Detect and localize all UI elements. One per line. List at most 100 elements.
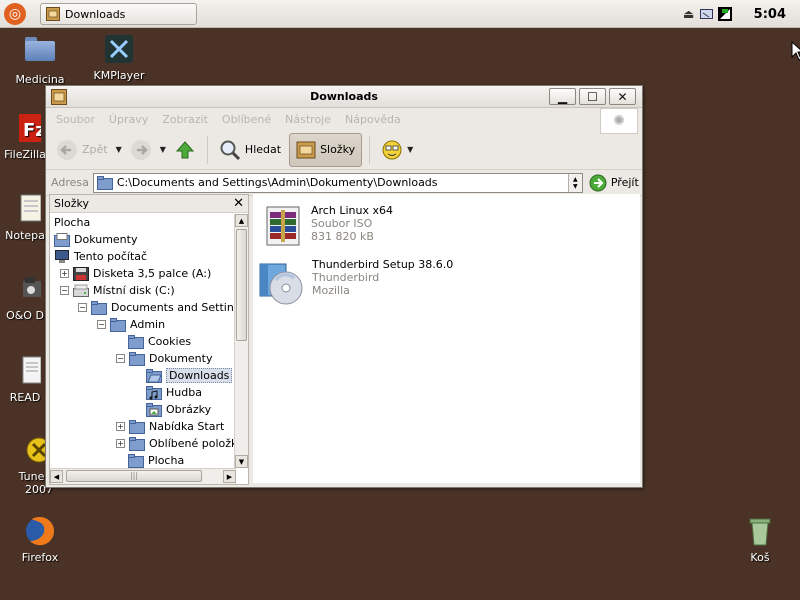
tree-item[interactable]: + Disketa 3,5 palce (A:) (60, 265, 211, 282)
forward-dropdown-icon[interactable]: ▼ (160, 145, 166, 154)
taskbar-downloads-button[interactable]: Downloads (40, 3, 197, 25)
firefox-icon (24, 515, 56, 547)
folder-icon (129, 419, 145, 434)
folder-icon (128, 453, 144, 468)
tree-item[interactable]: Plocha (54, 214, 90, 231)
menubar: Soubor Úpravy Zobrazit Oblíbené Nástroje… (46, 108, 642, 134)
scroll-thumb[interactable] (236, 229, 247, 341)
tree-item[interactable]: Obrázky (146, 401, 211, 418)
tree-item[interactable]: Dokumenty (54, 231, 137, 248)
kmplayer-icon (103, 33, 135, 65)
tree-item-label: Tento počítač (74, 250, 148, 263)
tree-item[interactable]: Downloads (146, 367, 233, 384)
minimize-button[interactable]: ▁ (549, 88, 576, 105)
desktop-icon-firefox[interactable]: Firefox (5, 515, 75, 564)
throbber-icon: ✺ (600, 108, 638, 134)
mouse-cursor-icon (791, 41, 800, 61)
collapse-icon[interactable]: − (116, 354, 125, 363)
collapse-icon[interactable]: − (78, 303, 87, 312)
close-button[interactable]: ✕ (609, 88, 636, 105)
menu-upravy[interactable]: Úpravy (109, 113, 148, 126)
scroll-down-icon[interactable]: ▼ (235, 455, 248, 468)
folder-icon (128, 334, 144, 349)
back-arrow-icon (57, 139, 77, 160)
go-label: Přejít (610, 176, 639, 189)
menu-napoveda[interactable]: Nápověda (345, 113, 401, 126)
menu-oblibene[interactable]: Oblíbené (222, 113, 271, 126)
folder-icon (91, 300, 107, 315)
keyboard-layout-icon[interactable] (699, 7, 714, 21)
expand-icon[interactable]: + (60, 269, 69, 278)
tree-item-label: Disketa 3,5 palce (A:) (93, 267, 212, 280)
collapse-icon[interactable]: − (97, 320, 106, 329)
tree-item-label: Nabídka Start (149, 420, 225, 433)
horizontal-scrollbar[interactable]: ◀ ||| ▶ (50, 468, 236, 484)
tree-item-label: Dokumenty (74, 233, 138, 246)
eject-icon[interactable]: ⏏ (682, 7, 696, 21)
file-size: 831 820 kB (311, 230, 374, 243)
search-icon (220, 140, 240, 160)
maximize-button[interactable]: ☐ (579, 88, 606, 105)
tree-item[interactable]: − Místní disk (C:) (60, 282, 175, 299)
readme-icon (9, 355, 42, 387)
tree-item[interactable]: Cookies (128, 333, 191, 350)
menu-nastroje[interactable]: Nástroje (285, 113, 331, 126)
pictures-folder-icon (146, 402, 162, 417)
tree-item[interactable]: Tento počítač (54, 248, 147, 265)
back-dropdown-icon[interactable]: ▼ (116, 145, 122, 154)
scroll-left-icon[interactable]: ◀ (50, 470, 63, 483)
folders-toggle-button[interactable]: Složky (289, 132, 363, 167)
desktop-icon-medicina[interactable]: Medicina (5, 33, 75, 86)
explorer-window: Downloads ▁ ☐ ✕ Soubor Úpravy Zobrazit O… (45, 85, 643, 488)
file-item-arch-linux[interactable]: Arch Linux x64 Soubor ISO 831 820 kB (263, 204, 393, 248)
go-button[interactable]: Přejít (589, 174, 639, 192)
filezilla-icon: Fz (9, 112, 46, 144)
clock[interactable]: 5:04 (754, 7, 786, 22)
tree-item-label: Obrázky (166, 403, 212, 416)
views-button[interactable]: ▼ (377, 133, 417, 167)
menu-zobrazit[interactable]: Zobrazit (162, 113, 208, 126)
address-path: C:\Documents and Settings\Admin\Dokument… (116, 176, 438, 189)
search-button[interactable]: Hledat (215, 133, 285, 167)
floppy-icon (73, 266, 89, 281)
tree-item[interactable]: − Dokumenty (116, 350, 212, 367)
folder-tree: Plocha Dokumenty Tento počítač + Disketa 3,5… (50, 214, 236, 468)
network-icon[interactable] (717, 7, 732, 21)
back-button[interactable]: Zpět (52, 133, 112, 167)
back-label: Zpět (82, 143, 108, 156)
tree-item[interactable]: − Documents and Settings (78, 299, 236, 316)
file-publisher: Mozilla (312, 284, 350, 297)
collapse-icon[interactable]: − (60, 286, 69, 295)
address-input[interactable]: C:\Documents and Settings\Admin\Dokument… (92, 172, 583, 193)
folder-open-icon (146, 368, 162, 383)
oo-defrag-icon (9, 273, 41, 305)
scroll-right-icon[interactable]: ▶ (223, 470, 236, 483)
scroll-up-icon[interactable]: ▲ (235, 214, 248, 227)
close-pane-icon[interactable]: ✕ (233, 196, 244, 211)
ubuntu-menu-icon[interactable]: ◎ (4, 3, 26, 25)
tree-item-label: Místní disk (C:) (93, 284, 175, 297)
music-folder-icon (146, 385, 162, 400)
toolbar-separator (206, 135, 208, 164)
desktop-icon-kmplayer[interactable]: KMPlayer (84, 33, 154, 82)
explorer-window-icon (51, 89, 67, 105)
expand-icon[interactable]: + (116, 439, 125, 448)
tree-item[interactable]: Plocha (128, 452, 184, 468)
file-item-thunderbird-setup[interactable]: Thunderbird Setup 38.6.0 Thunderbird Moz… (258, 258, 453, 306)
expand-icon[interactable]: + (116, 422, 125, 431)
maximize-icon: ☐ (587, 89, 598, 104)
tree-item[interactable]: + Nabídka Start (116, 418, 224, 435)
vertical-scrollbar[interactable]: ▲ ▼ (234, 214, 248, 468)
menu-soubor[interactable]: Soubor (56, 113, 95, 126)
window-titlebar[interactable]: Downloads ▁ ☐ ✕ (46, 86, 642, 108)
address-dropdown-icon[interactable]: ▲ ▼ (567, 173, 582, 192)
up-button[interactable] (170, 133, 200, 167)
desktop-icon-trash[interactable]: Koš (725, 515, 795, 564)
toolbar-separator (369, 135, 371, 164)
tree-item[interactable]: − Admin (97, 316, 165, 333)
tree-item-label: Cookies (148, 335, 192, 348)
tree-item[interactable]: + Oblíbené položky (116, 435, 236, 452)
tree-item[interactable]: Hudba (146, 384, 202, 401)
forward-button[interactable] (126, 133, 156, 167)
hscroll-thumb[interactable]: ||| (66, 470, 202, 482)
